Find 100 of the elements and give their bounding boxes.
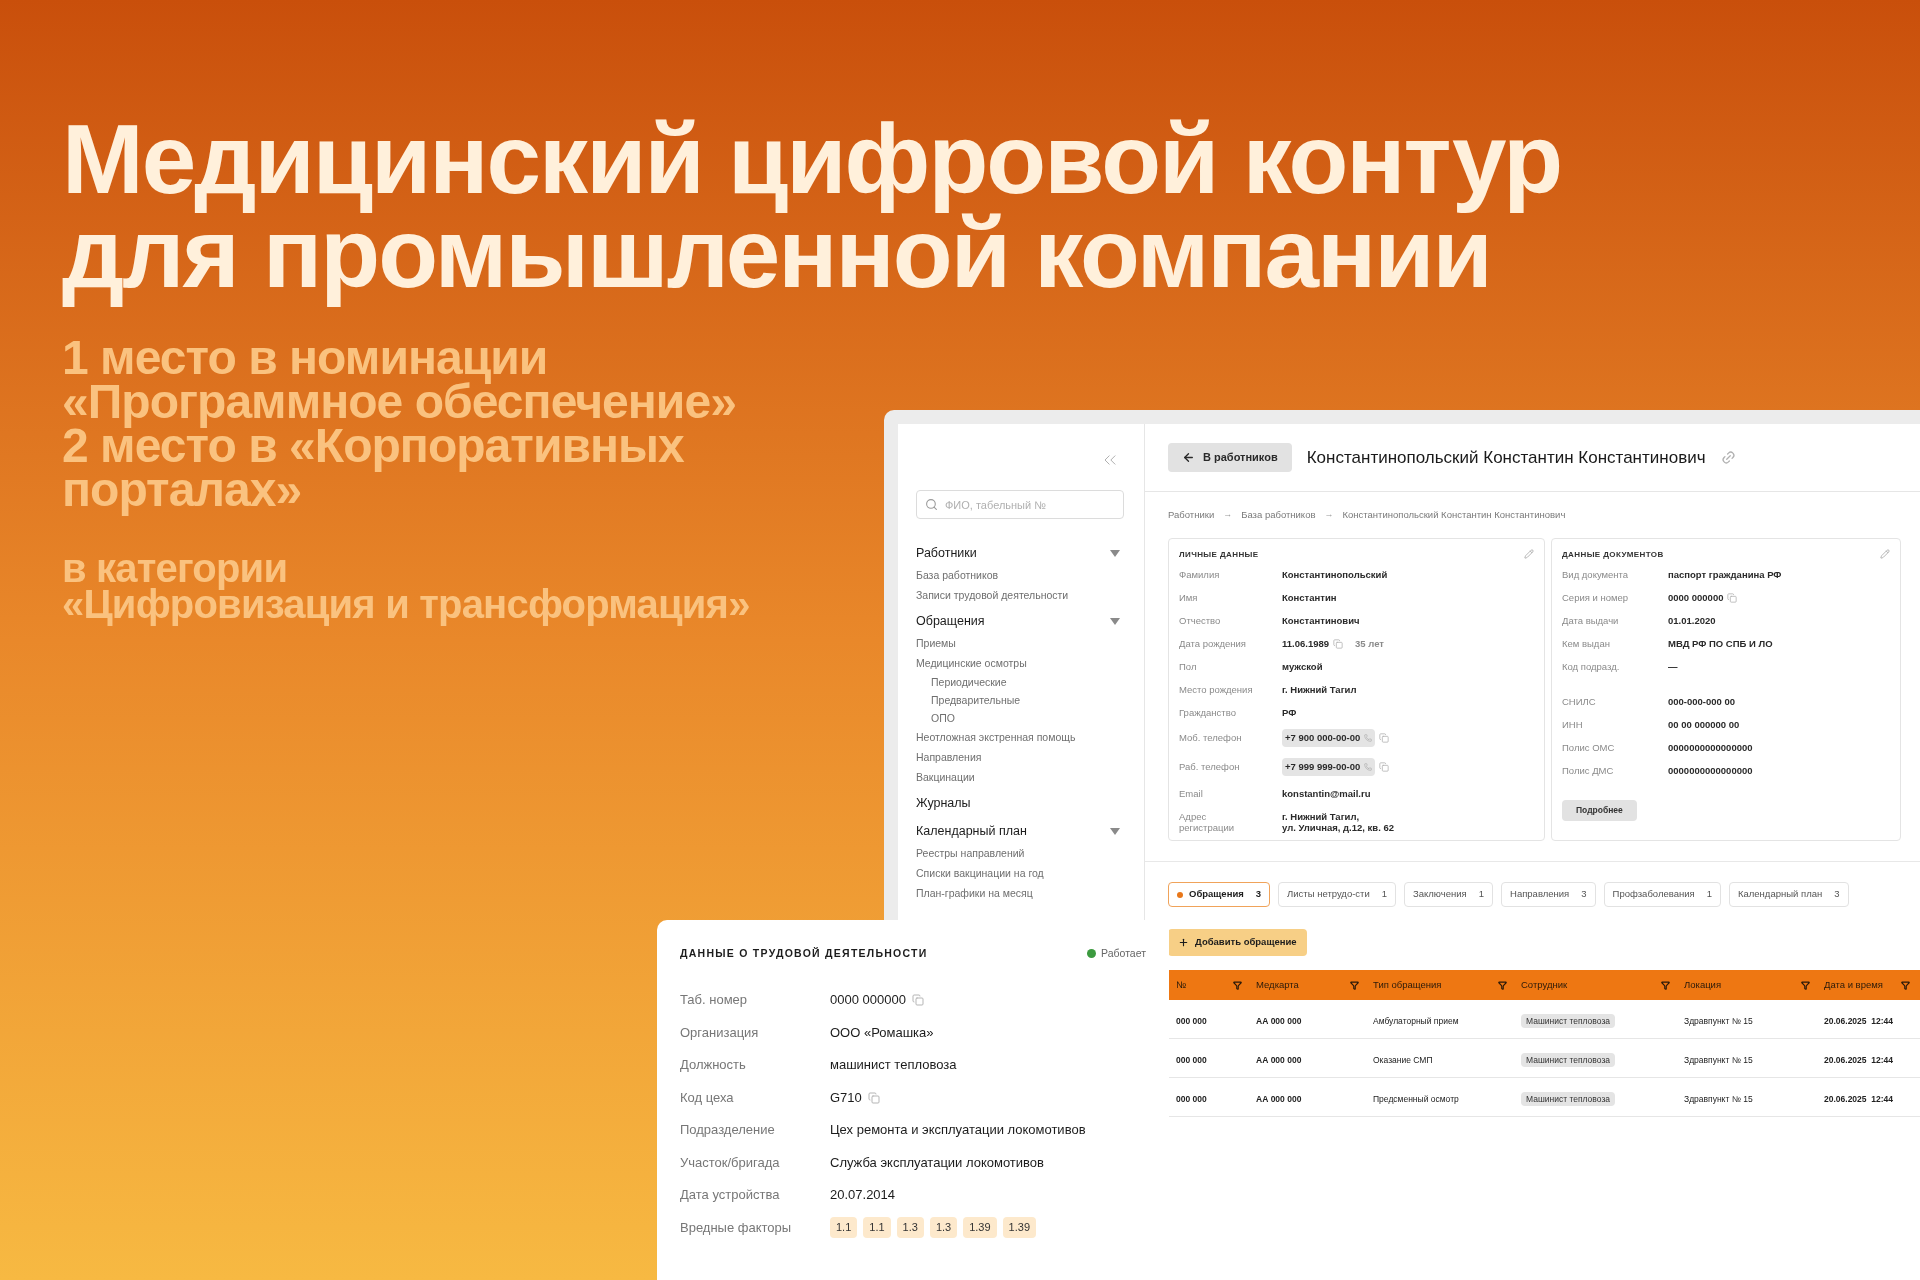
sidebar-item[interactable]: Неотложная экстренная помощь [916,727,1076,747]
filter-icon[interactable] [1901,980,1910,990]
status-text: Работает [1101,946,1146,961]
phone-chip[interactable]: +7 999 999-00-00 [1282,758,1376,777]
sidebar-section-title[interactable]: Календарный план [916,821,1027,841]
field-value: РФ [1282,707,1297,718]
tab[interactable]: Календарный план 3 [1728,882,1849,907]
copy-icon[interactable] [1727,592,1738,603]
field-label: Код подразд. [1562,661,1621,672]
copy-icon[interactable] [1379,762,1390,773]
field-value: 20.07.2014 [830,1186,896,1205]
sidebar-section-title[interactable]: Работники [916,543,977,563]
table-cell: АА 000 000 [1256,1016,1302,1026]
sidebar-item[interactable]: Приемы [916,633,956,653]
filter-icon[interactable] [1801,980,1810,990]
field-label: Пол [1179,661,1198,672]
field-label: Отчество [1179,615,1222,626]
column-header[interactable]: Сотрудник [1521,977,1568,993]
sidebar-item[interactable]: Списки вакцинации на год [916,863,1044,883]
search-icon [925,498,938,511]
field-label: Раб. телефон [1179,761,1241,772]
sidebar-section-title[interactable]: Журналы [916,793,971,813]
phone-chip[interactable]: +7 900 000-00-00 [1282,729,1376,748]
table-cell: Здравпункт № 15 [1684,1016,1753,1026]
sidebar-section-title[interactable]: Обращения [916,611,985,631]
edit-icon[interactable] [1524,549,1534,559]
table-cell: 000 000 [1176,1094,1207,1104]
table-cell: 000 000 [1176,1055,1207,1065]
page-title: Константинопольский Константин Константинович [1306,446,1706,469]
breadcrumb-link[interactable]: Работники [1168,507,1215,523]
caret-icon[interactable] [1110,617,1120,625]
tab[interactable]: Профзаболевания 1 [1603,882,1721,907]
sidebar-subitem[interactable]: Периодические [931,673,1007,691]
copy-icon[interactable] [867,1091,880,1104]
sidebar-item[interactable]: База работников [916,565,999,585]
sidebar-item[interactable]: Реестры направлений [916,843,1025,863]
column-header[interactable]: Локация [1684,977,1722,993]
factor-tag: 1.3 [929,1217,958,1238]
filter-icon[interactable] [1350,980,1359,990]
sidebar-item[interactable]: План-графики на месяц [916,883,1033,903]
table-cell: 20.06.2025 12:44 [1824,1055,1893,1065]
table-cell: 000 000 [1176,1016,1207,1026]
factor-tag: 1.1 [863,1217,891,1238]
field-value: 00 00 000000 00 [1668,719,1740,730]
field-label: Вид документа [1562,569,1630,580]
role-tag: Машинист тепловоза [1521,1014,1615,1028]
back-button[interactable]: В работников [1168,443,1292,472]
column-header[interactable]: Медкарта [1256,977,1299,993]
table-cell: Здравпункт № 15 [1684,1055,1753,1065]
breadcrumb-separator: → [1324,508,1334,522]
copy-icon[interactable] [911,994,924,1006]
field-label: Полис ДМС [1562,765,1615,776]
tab[interactable]: Обращения 3 [1168,882,1271,907]
details-button[interactable]: Подробнее [1562,800,1637,821]
factor-tag: 1.39 [1002,1217,1037,1238]
tab[interactable]: Заключения 1 [1404,882,1494,907]
table-cell: Оказание СМП [1373,1055,1433,1065]
edit-icon[interactable] [1880,549,1890,559]
filter-icon[interactable] [1498,980,1507,990]
sidebar-item[interactable]: Медицинские осмотры [916,653,1027,673]
field-label: Серия и номер [1562,592,1630,603]
table-cell: Предсменный осмотр [1373,1094,1459,1104]
field-value: Служба эксплуатации локомотивов [830,1153,1044,1172]
field-label: Дата выдачи [1562,615,1620,626]
sidebar-item[interactable]: Направления [916,747,982,767]
card-title: ДАННЫЕ ДОКУМЕНТОВ [1562,549,1664,561]
breadcrumb-link[interactable]: Константинопольский Константин Константинович [1342,507,1566,523]
tab[interactable]: Направления 3 [1501,882,1596,907]
breadcrumb-link[interactable]: База работников [1241,507,1316,523]
field-label: Подразделение [680,1121,776,1140]
column-header[interactable]: Тип обращения [1373,977,1442,993]
search-field[interactable]: ФИО, табельный № [916,490,1124,519]
card-title: ЛИЧНЫЕ ДАННЫЕ [1179,549,1259,561]
field-value: мужской [1282,661,1323,672]
caret-icon[interactable] [1110,549,1120,557]
table-cell: Здравпункт № 15 [1684,1094,1753,1104]
sidebar-subitem[interactable]: Предварительные [931,691,1021,709]
field-label: Адрес регистрации [1179,811,1236,833]
table-cell: АА 000 000 [1256,1055,1302,1065]
factor-tag: 1.1 [830,1217,858,1238]
field-value: машинист тепловоза [830,1056,957,1075]
age-text: 35 лет [1355,638,1384,649]
field-label: Вредные факторы [680,1218,793,1237]
column-header[interactable]: № [1176,977,1187,993]
breadcrumb-separator: → [1223,508,1233,522]
copy-icon[interactable] [1379,733,1390,744]
field-label: Должность [680,1056,747,1075]
sidebar-item[interactable]: Вакцинации [916,767,975,787]
column-header[interactable]: Дата и время [1824,977,1883,993]
tab[interactable]: Листы нетрудо-сти 1 [1278,882,1397,907]
copy-icon[interactable] [1333,638,1344,649]
sidebar-item[interactable]: Записи трудовой деятельности [916,585,1069,605]
field-label: Организация [680,1023,760,1042]
sidebar-subitem[interactable]: ОПО [931,709,955,727]
add-request-button[interactable]: Добавить обращение [1168,929,1307,956]
filter-icon[interactable] [1661,980,1670,990]
caret-icon[interactable] [1110,827,1120,835]
field-value: МВД РФ ПО СПБ И ЛО [1668,638,1773,649]
filter-icon[interactable] [1233,980,1242,990]
field-label: Имя [1179,592,1199,603]
